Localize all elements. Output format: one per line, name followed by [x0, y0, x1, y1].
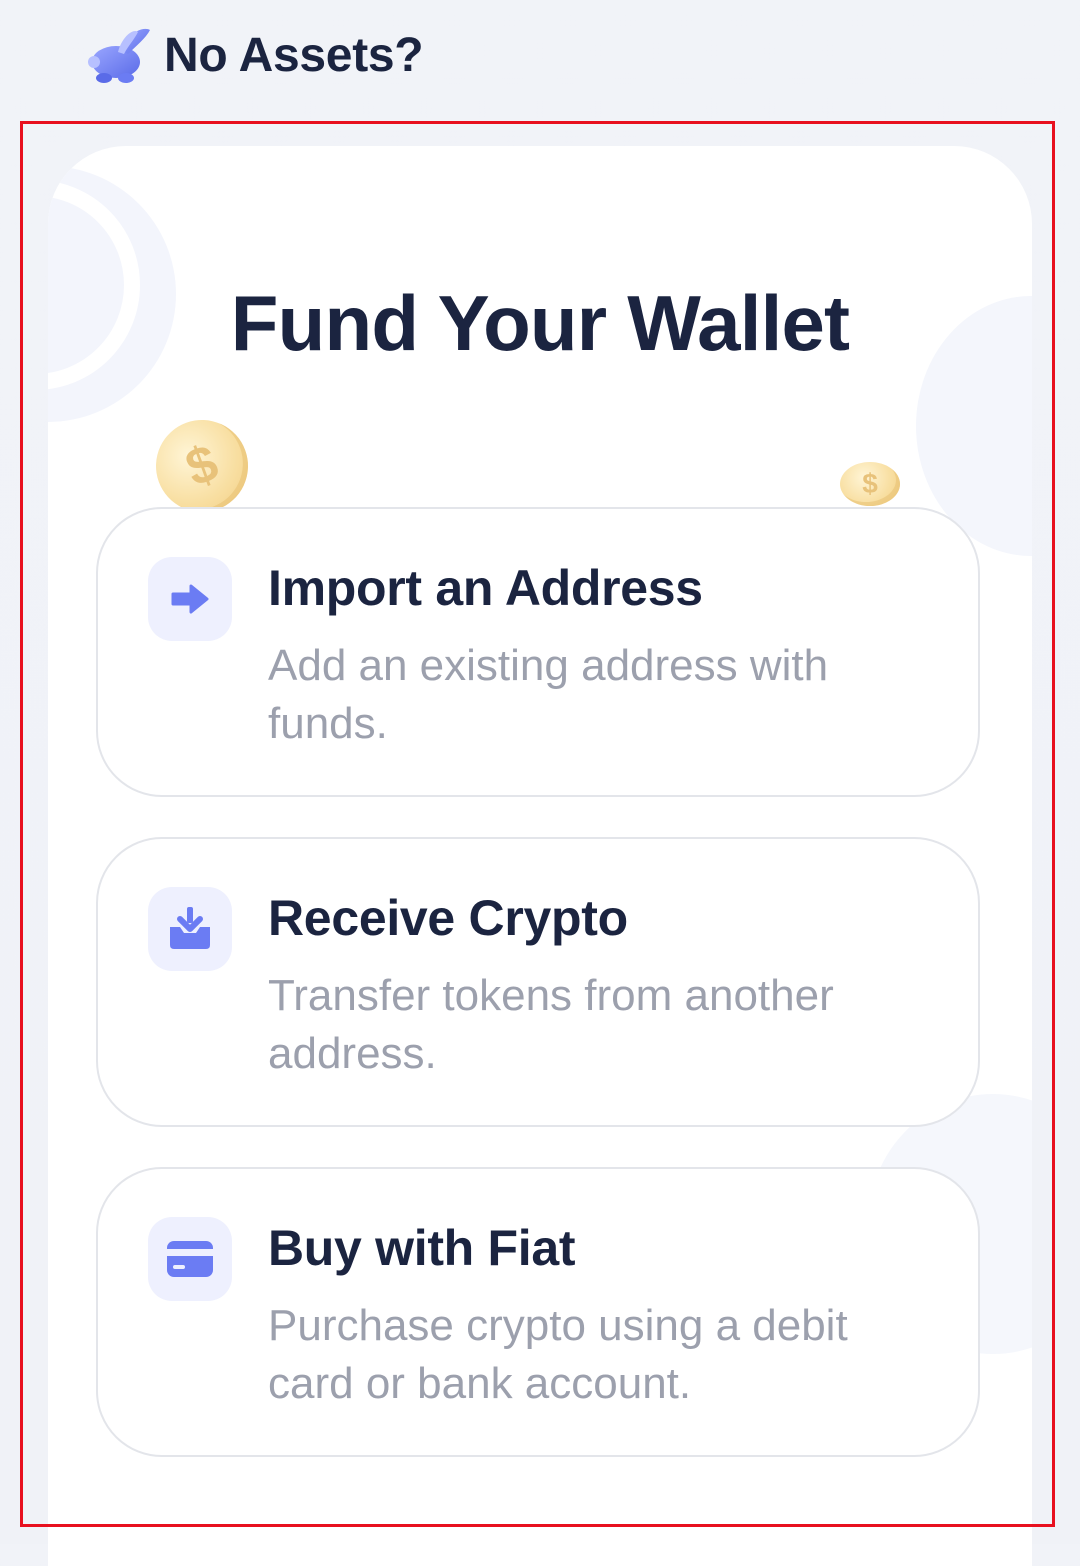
page-title: No Assets? — [164, 28, 424, 82]
option-description: Purchase crypto using a debit card or ba… — [268, 1301, 848, 1408]
gold-coin-icon: $ — [840, 462, 900, 506]
credit-card-icon — [167, 1241, 213, 1277]
card-title: Fund Your Wallet — [230, 279, 850, 367]
rabbit-logo-icon — [88, 28, 150, 83]
option-icon-container — [148, 887, 232, 971]
option-icon-container — [148, 1217, 232, 1301]
option-title: Buy with Fiat — [268, 1220, 576, 1276]
option-title: Import an Address — [268, 560, 703, 616]
header: No Assets? — [84, 20, 424, 90]
fund-wallet-card: $ $ Fund Your Wallet Import an Address A… — [48, 146, 1032, 1566]
import-address-option[interactable]: Import an Address Add an existing addres… — [96, 507, 980, 797]
buy-with-fiat-option[interactable]: Buy with Fiat Purchase crypto using a de… — [96, 1167, 980, 1457]
option-title: Receive Crypto — [268, 890, 628, 946]
option-description: Add an existing address with funds. — [268, 641, 829, 748]
receive-crypto-option[interactable]: Receive Crypto Transfer tokens from anot… — [96, 837, 980, 1127]
arrow-right-icon — [171, 584, 209, 614]
option-description: Transfer tokens from another address. — [268, 971, 834, 1078]
download-tray-icon — [170, 907, 210, 949]
option-icon-container — [148, 557, 232, 641]
